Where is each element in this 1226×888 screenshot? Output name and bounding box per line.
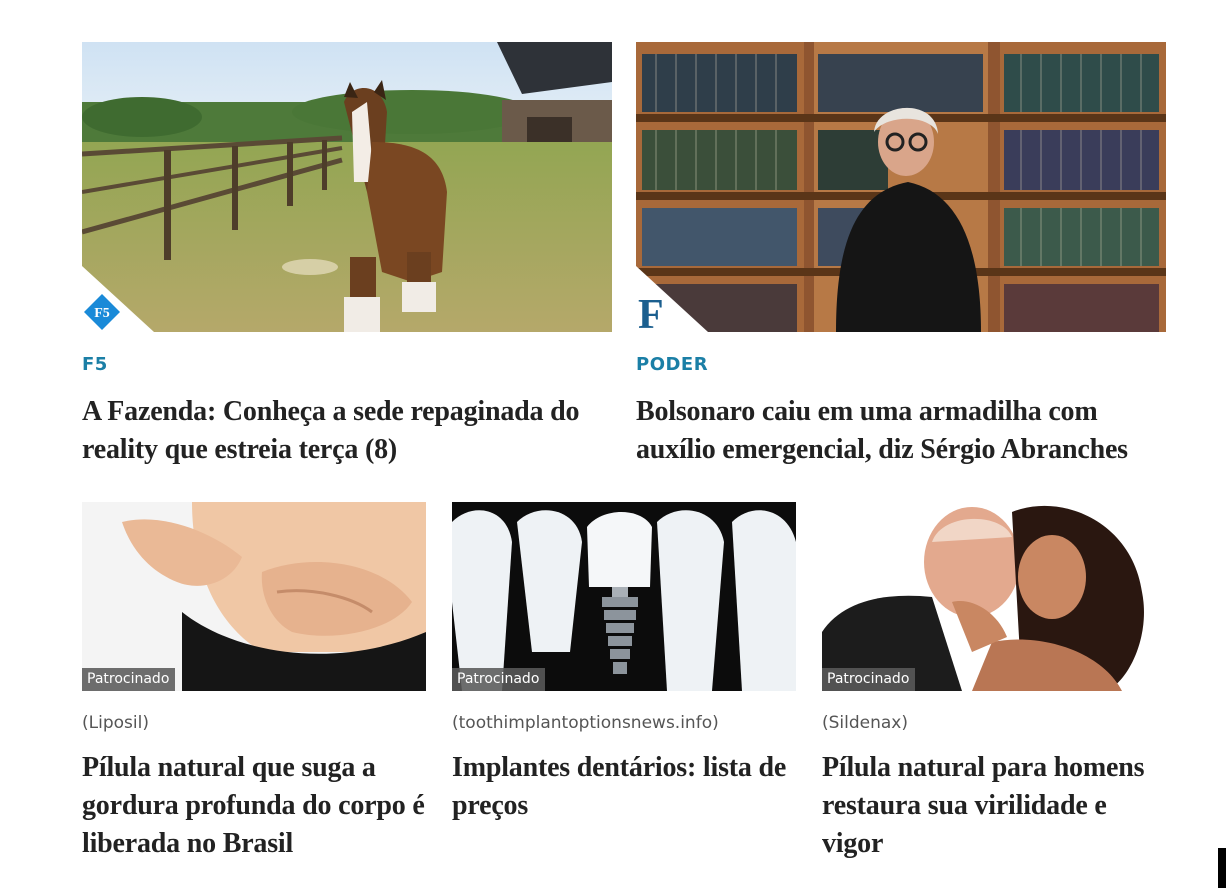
headline-link[interactable]: A Fazenda: Conheça a sede repaginada do … [82,393,612,469]
sponsored-card-implants[interactable]: Patrocinado (toothimplantoptionsnews.inf… [452,502,796,825]
sponsored-image[interactable]: Patrocinado [82,502,426,691]
headline-link[interactable]: Pílula natural que suga a gordura profun… [82,749,426,863]
category-label[interactable]: F5 [82,354,612,375]
sponsored-card-sildenax[interactable]: Patrocinado (Sildenax) Pílula natural pa… [822,502,1166,863]
sponsored-badge: Patrocinado [822,668,916,691]
svg-text:F: F [638,292,664,332]
ad-source[interactable]: (Sildenax) [822,713,1166,733]
headline-link[interactable]: Bolsonaro caiu em uma armadilha com auxí… [636,393,1166,469]
category-label[interactable]: PODER [636,354,1166,375]
headline-link[interactable]: Implantes dentários: lista de preços [452,749,796,825]
f5-logo-icon: F5 [82,292,122,332]
couple-photo [822,502,1166,691]
sponsored-image[interactable]: Patrocinado [452,502,796,691]
sponsored-image[interactable]: Patrocinado [822,502,1166,691]
sponsored-badge: Patrocinado [452,668,546,691]
ad-source[interactable]: (Liposil) [82,713,426,733]
news-card-f5[interactable]: F5 F5 A Fazenda: Conheça a sede repagina… [82,42,612,469]
horse-farm-image[interactable]: F5 [82,42,612,332]
teeth-photo [452,502,796,691]
horse-farm-photo [82,42,612,332]
news-card-poder[interactable]: F PODER Bolsonaro caiu em uma armadilha … [636,42,1166,469]
library-photo [636,42,1166,332]
library-image[interactable]: F [636,42,1166,332]
ad-source[interactable]: (toothimplantoptionsnews.info) [452,713,796,733]
sponsored-card-liposil[interactable]: Patrocinado (Liposil) Pílula natural que… [82,502,426,863]
scrollbar-edge [1218,848,1226,888]
headline-link[interactable]: Pílula natural para homens restaura sua … [822,749,1166,863]
folha-logo-icon: F [636,292,666,332]
sponsored-badge: Patrocinado [82,668,176,691]
svg-text:F5: F5 [94,306,110,321]
belly-photo [82,502,426,691]
